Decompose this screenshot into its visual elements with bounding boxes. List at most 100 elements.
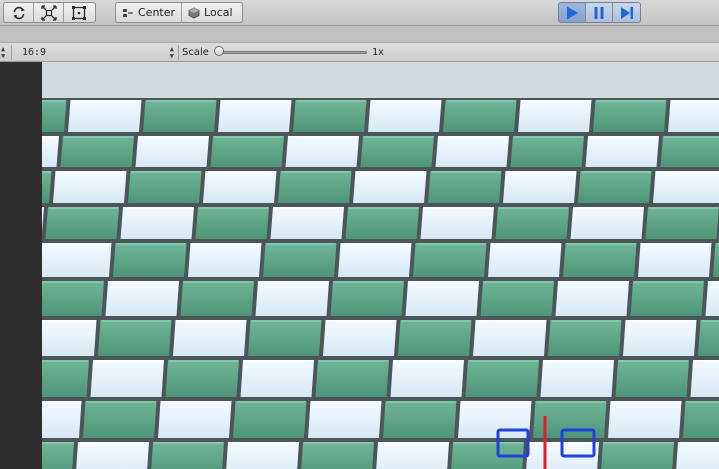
- scale-slider-track[interactable]: [219, 51, 367, 54]
- floor-tile-green: [263, 243, 337, 277]
- floor-tile-green: [398, 320, 472, 356]
- floor-tile-light: [226, 442, 299, 469]
- dropdown-arrows-icon: ▲ ▼: [1, 44, 6, 60]
- floor-tile-green: [630, 281, 704, 316]
- separator: [11, 45, 12, 60]
- floor-tile-light: [308, 401, 382, 438]
- floor-tile-light: [240, 360, 314, 397]
- scale-label: Scale: [182, 47, 209, 58]
- local-icon: [188, 7, 200, 19]
- floor-tile-green: [248, 320, 322, 356]
- floor-tile-green: [165, 360, 239, 397]
- scale-icon: [40, 4, 57, 21]
- floor-tile-light: [68, 100, 142, 132]
- transform-tools: [3, 2, 96, 23]
- aspect-dropdown[interactable]: 16:9 ▲ ▼: [13, 43, 178, 62]
- floor-tile-light: [105, 281, 179, 316]
- floor-tile-green: [615, 360, 689, 397]
- unity-editor-window: Center Local ▲ ▼ 16:9 ▲ ▼ Scale 1x: [0, 0, 719, 469]
- game-scene: [42, 62, 719, 469]
- floor-tile-light: [585, 136, 659, 167]
- floor-tile-green: [465, 360, 539, 397]
- floor-tile-green: [480, 281, 554, 316]
- floor-tile-green: [510, 136, 584, 167]
- floor-tile-light: [135, 136, 209, 167]
- rect-tool-icon: [72, 5, 86, 20]
- floor-tile-green: [195, 207, 269, 239]
- floor-tile-green: [113, 243, 187, 277]
- floor-tile-green: [315, 360, 389, 397]
- floor-tile-light: [218, 100, 292, 132]
- space-label: Local: [204, 6, 233, 19]
- floor-tile-light: [42, 136, 59, 167]
- scale-value: 1x: [372, 47, 385, 58]
- floor-tile-green: [42, 442, 74, 469]
- floor-tile-green: [42, 281, 104, 316]
- play-button[interactable]: [559, 3, 586, 22]
- floor-tile-light: [435, 136, 509, 167]
- pivot-center-button[interactable]: Center: [116, 3, 183, 22]
- floor-tile-light: [285, 136, 359, 167]
- floor-tile-light: [676, 442, 719, 469]
- floor-tile-green: [278, 171, 352, 203]
- viewport-gutter: [0, 62, 42, 469]
- floor-tile-light: [338, 243, 412, 277]
- floor-tile-green: [180, 281, 254, 316]
- step-button[interactable]: [613, 3, 640, 22]
- floor-tile-light: [42, 401, 82, 438]
- space-local-button[interactable]: Local: [182, 3, 239, 22]
- floor-tile-green: [683, 401, 719, 438]
- floor-tile-light: [653, 171, 719, 203]
- floor-tile-green: [143, 100, 217, 132]
- floor-tile-light: [623, 320, 697, 356]
- floor-tile-light: [270, 207, 344, 239]
- floor-tile-green: [383, 401, 457, 438]
- floor-tile-light: [555, 281, 629, 316]
- floor-tile-green: [428, 171, 502, 203]
- floor-tile-green: [42, 360, 89, 397]
- floor-tile-light: [173, 320, 247, 356]
- floor-tile-light: [540, 360, 614, 397]
- floor-tile-green: [698, 320, 719, 356]
- floor-tile-light: [120, 207, 194, 239]
- pause-button[interactable]: [586, 3, 613, 22]
- floor-tile-light: [570, 207, 644, 239]
- floor-tile-green: [98, 320, 172, 356]
- game-viewport[interactable]: [42, 62, 719, 469]
- floor-tiles: [42, 100, 719, 469]
- floor-tile-light: [353, 171, 427, 203]
- floor-tile-light: [458, 401, 532, 438]
- floor-tile-light: [638, 243, 712, 277]
- playback-controls: [558, 2, 641, 23]
- floor-tile-light: [503, 171, 577, 203]
- floor-tile-light: [608, 401, 682, 438]
- floor-tile-green: [495, 207, 569, 239]
- rotate-tool-button[interactable]: [4, 3, 34, 22]
- play-icon: [567, 6, 578, 19]
- main-toolbar: Center Local: [0, 0, 719, 26]
- floor-tile-light: [76, 442, 149, 469]
- rect-tool-button[interactable]: [64, 3, 94, 22]
- floor-tile-light: [42, 320, 97, 356]
- floor-tile-light: [690, 360, 719, 397]
- pivot-toggles: Center Local: [115, 2, 243, 23]
- scale-tool-button[interactable]: [34, 3, 64, 22]
- floor-tile-green: [128, 171, 202, 203]
- step-icon: [620, 6, 633, 19]
- floor-tile-green: [293, 100, 367, 132]
- floor-tile-green: [660, 136, 719, 167]
- floor-tile-green: [443, 100, 517, 132]
- floor-tile-light: [53, 171, 127, 203]
- display-dropdown[interactable]: ▲ ▼: [1, 43, 5, 62]
- pivot-icon: [122, 8, 134, 18]
- floor-tile-light: [473, 320, 547, 356]
- scale-slider-thumb[interactable]: [214, 46, 224, 56]
- floor-tile-green: [548, 320, 622, 356]
- floor-tile-light: [390, 360, 464, 397]
- floor-tile-green: [593, 100, 667, 132]
- floor-tile-green: [563, 243, 637, 277]
- floor-tile-light: [376, 442, 449, 469]
- floor-tile-light: [323, 320, 397, 356]
- floor-tile-green: [60, 136, 134, 167]
- rotate-icon: [12, 6, 25, 19]
